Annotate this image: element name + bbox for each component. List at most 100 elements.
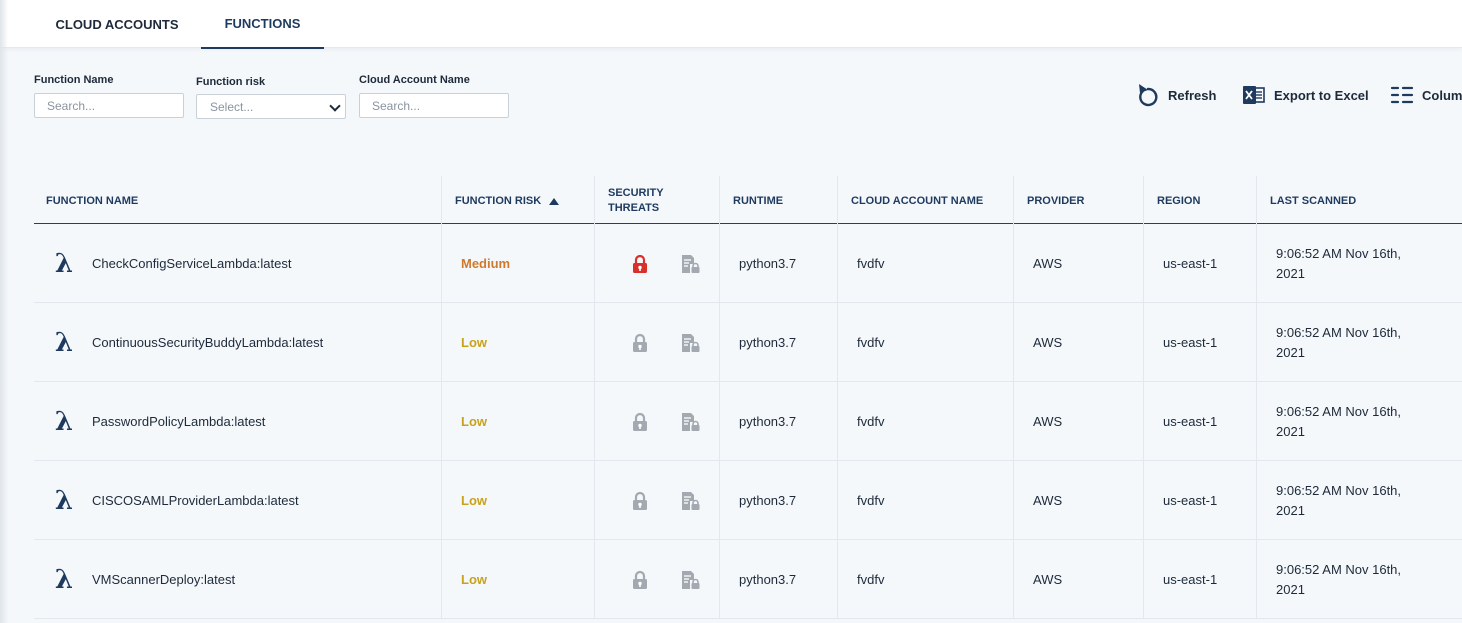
columns-button[interactable]: Colum	[1390, 82, 1462, 108]
filter-cloud-account-name: Cloud Account Name Search...	[359, 74, 509, 118]
lock-icon[interactable]	[632, 491, 648, 511]
last-scanned-cell: 9:06:52 AM Nov 16th, 2021	[1256, 303, 1462, 382]
function-name[interactable]: ContinuousSecurityBuddyLambda:latest	[92, 335, 323, 350]
function-name[interactable]: VMScannerDeploy:latest	[92, 572, 235, 587]
function-name-cell: λ PasswordPolicyLambda:latest	[52, 382, 441, 461]
risk-badge: Medium	[461, 256, 511, 271]
filter-function-risk: Function risk Select...	[196, 76, 346, 119]
cloud-account-cell: fvdfv	[837, 224, 1013, 303]
provider-cell: AWS	[1013, 461, 1143, 540]
risk-badge: Low	[461, 414, 487, 429]
function-risk-select[interactable]: Select...	[196, 94, 346, 119]
column-header-cloud-account-name[interactable]: CLOUD ACCOUNT NAME	[837, 176, 1013, 224]
lock-icon[interactable]	[632, 570, 648, 590]
function-name[interactable]: CheckConfigServiceLambda:latest	[92, 256, 291, 271]
provider-value: AWS	[1033, 335, 1063, 350]
region-cell: us-east-1	[1143, 382, 1256, 461]
columns-icon	[1390, 86, 1414, 104]
runtime-value: python3.7	[739, 335, 797, 350]
last-scanned-value: 9:06:52 AM Nov 16th, 2021	[1276, 245, 1402, 281]
runtime-cell: python3.7	[719, 540, 837, 619]
provider-value: AWS	[1033, 493, 1063, 508]
filter-function-risk-label: Function risk	[196, 76, 266, 88]
function-risk-cell: Medium	[441, 224, 594, 303]
tab-bar: CLOUD ACCOUNTS FUNCTIONS	[0, 0, 1462, 49]
column-header-security-threats[interactable]: SECURITY THREATS	[594, 176, 719, 224]
lock-icon[interactable]	[632, 254, 648, 274]
last-scanned-cell: 9:06:52 AM Nov 16th, 2021	[1256, 461, 1462, 540]
function-risk-cell: Low	[441, 540, 594, 619]
sort-ascending-icon	[549, 197, 560, 205]
provider-value: AWS	[1033, 414, 1063, 429]
function-name[interactable]: CISCOSAMLProviderLambda:latest	[92, 493, 299, 508]
column-header-function-name[interactable]: FUNCTION NAME	[46, 176, 138, 224]
export-label: Export to Excel	[1274, 87, 1369, 103]
security-threats-cell	[594, 303, 719, 382]
lock-icon[interactable]	[632, 333, 648, 353]
last-scanned-cell: 9:06:52 AM Nov 16th, 2021	[1256, 224, 1462, 303]
columns-label: Colum	[1422, 87, 1462, 103]
tab-functions[interactable]: FUNCTIONS	[201, 0, 324, 49]
cloud-account-value: fvdfv	[857, 256, 885, 271]
runtime-cell: python3.7	[719, 303, 837, 382]
function-name-cell: λ VMScannerDeploy:latest	[52, 540, 441, 619]
function-risk-cell: Low	[441, 461, 594, 540]
cloud-account-value: fvdfv	[857, 414, 885, 429]
document-lock-icon[interactable]	[680, 412, 700, 432]
region-value: us-east-1	[1163, 335, 1218, 350]
document-lock-icon[interactable]	[680, 254, 700, 274]
runtime-value: python3.7	[739, 493, 797, 508]
function-risk-select-placeholder: Select...	[210, 100, 254, 114]
column-header-runtime[interactable]: RUNTIME	[719, 176, 837, 224]
security-threats-cell	[594, 224, 719, 303]
cloud-account-value: fvdfv	[857, 335, 885, 350]
column-header-runtime-label: RUNTIME	[733, 194, 784, 207]
column-header-last-scanned[interactable]: LAST SCANNED	[1256, 176, 1462, 224]
column-header-region-label: REGION	[1157, 194, 1201, 207]
refresh-button[interactable]: Refresh	[1136, 82, 1216, 108]
document-lock-icon[interactable]	[680, 491, 700, 511]
function-name[interactable]: PasswordPolicyLambda:latest	[92, 414, 265, 429]
lambda-icon: λ	[54, 248, 74, 279]
function-name-search-input[interactable]: Search...	[34, 93, 184, 118]
tab-cloud-accounts[interactable]: CLOUD ACCOUNTS	[34, 0, 200, 49]
runtime-cell: python3.7	[719, 382, 837, 461]
document-lock-icon[interactable]	[680, 333, 700, 353]
runtime-cell: python3.7	[719, 461, 837, 540]
column-header-region[interactable]: REGION	[1143, 176, 1256, 224]
lambda-icon: λ	[54, 485, 74, 516]
cloud-account-name-search-input[interactable]: Search...	[359, 93, 509, 118]
cloud-account-value: fvdfv	[857, 493, 885, 508]
runtime-cell: python3.7	[719, 224, 837, 303]
last-scanned-cell: 9:06:52 AM Nov 16th, 2021	[1256, 382, 1462, 461]
last-scanned-value: 9:06:52 AM Nov 16th, 2021	[1276, 324, 1402, 360]
column-header-provider[interactable]: PROVIDER	[1013, 176, 1143, 224]
excel-icon	[1243, 86, 1265, 104]
cloud-account-cell: fvdfv	[837, 303, 1013, 382]
left-panel-edge	[0, 0, 8, 623]
table-row[interactable]: λ CheckConfigServiceLambda:latest Medium…	[34, 224, 1462, 303]
region-cell: us-east-1	[1143, 224, 1256, 303]
export-to-excel-button[interactable]: Export to Excel	[1242, 82, 1369, 108]
region-value: us-east-1	[1163, 493, 1218, 508]
region-cell: us-east-1	[1143, 461, 1256, 540]
table-row[interactable]: λ ContinuousSecurityBuddyLambda:latest L…	[34, 303, 1462, 382]
provider-cell: AWS	[1013, 303, 1143, 382]
provider-cell: AWS	[1013, 540, 1143, 619]
document-lock-icon[interactable]	[680, 570, 700, 590]
last-scanned-value: 9:06:52 AM Nov 16th, 2021	[1276, 482, 1402, 518]
table-row[interactable]: λ CISCOSAMLProviderLambda:latest Low pyt…	[34, 461, 1462, 540]
refresh-label: Refresh	[1168, 87, 1217, 103]
lock-icon[interactable]	[632, 412, 648, 432]
column-header-function-risk-label: FUNCTION RISK	[455, 194, 542, 207]
function-risk-cell: Low	[441, 303, 594, 382]
risk-badge: Low	[461, 572, 487, 587]
risk-badge: Low	[461, 335, 487, 350]
function-name-cell: λ ContinuousSecurityBuddyLambda:latest	[52, 303, 441, 382]
table-row[interactable]: λ PasswordPolicyLambda:latest Low python…	[34, 382, 1462, 461]
lambda-icon: λ	[54, 327, 74, 358]
table-row[interactable]: λ VMScannerDeploy:latest Low python3.7 f…	[34, 540, 1462, 619]
column-header-function-risk[interactable]: FUNCTION RISK	[441, 176, 594, 224]
filter-function-name: Function Name Search...	[34, 74, 184, 118]
region-cell: us-east-1	[1143, 540, 1256, 619]
